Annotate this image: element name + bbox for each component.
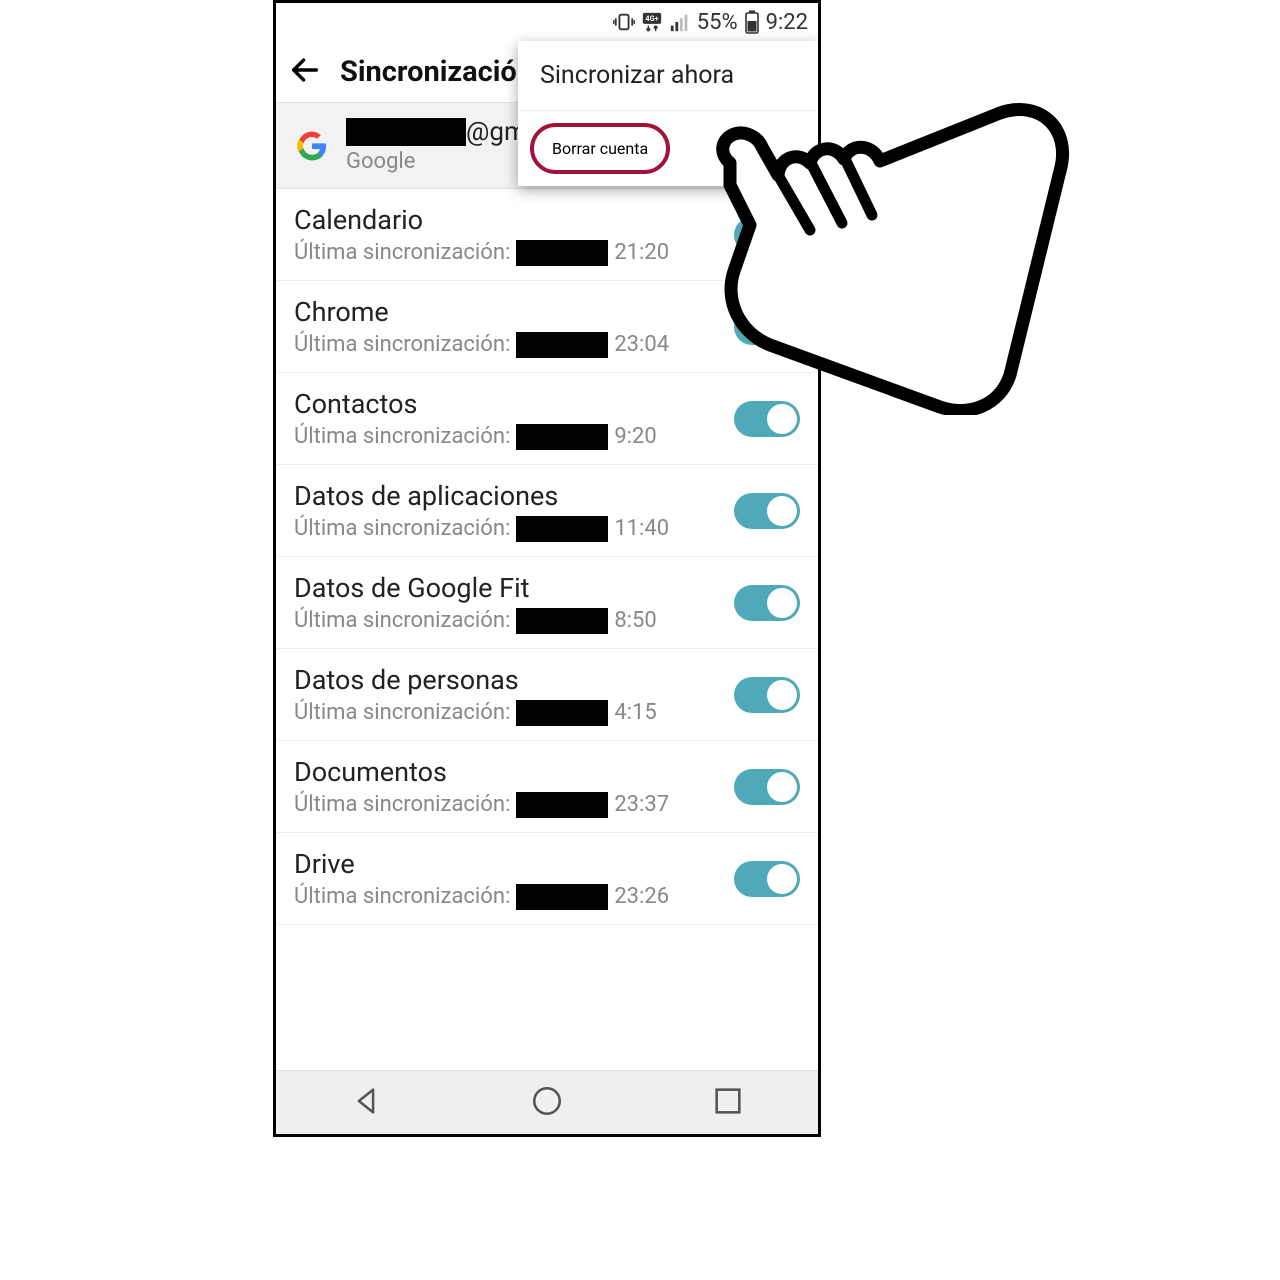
toggle-switch[interactable] <box>734 861 800 897</box>
battery-percent: 55% <box>697 10 738 35</box>
sync-time: 21:20 <box>614 240 669 265</box>
sync-prefix: Última sincronización: <box>294 240 510 265</box>
sync-item-subtitle: Última sincronización: 23:37 <box>294 792 734 818</box>
sync-item-title: Contactos <box>294 388 734 420</box>
sync-time: 8:50 <box>614 608 656 633</box>
svg-text:4G+: 4G+ <box>645 14 658 23</box>
toggle-switch[interactable] <box>734 677 800 713</box>
redacted-email-prefix <box>346 118 466 146</box>
sync-item-documentos[interactable]: Documentos Última sincronización: 23:37 <box>276 741 818 833</box>
sync-time: 23:37 <box>614 792 669 817</box>
sync-item-subtitle: Última sincronización: 8:50 <box>294 608 734 634</box>
sync-item-title: Documentos <box>294 756 734 788</box>
sync-item-subtitle: Última sincronización: 9:20 <box>294 424 734 450</box>
sync-item-title: Datos de personas <box>294 664 734 696</box>
sync-prefix: Última sincronización: <box>294 516 510 541</box>
nav-recent-icon[interactable] <box>711 1084 745 1122</box>
menu-delete-account[interactable]: Borrar cuenta <box>530 123 670 174</box>
sync-item-subtitle: Última sincronización: 23:04 <box>294 332 734 358</box>
toggle-switch[interactable] <box>734 769 800 805</box>
nav-back-icon[interactable] <box>349 1084 383 1122</box>
back-arrow-icon[interactable] <box>288 53 322 91</box>
sync-item-subtitle: Última sincronización: 23:26 <box>294 884 734 910</box>
sync-item-title: Calendario <box>294 204 734 236</box>
sync-prefix: Última sincronización: <box>294 792 510 817</box>
sync-prefix: Última sincronización: <box>294 608 510 633</box>
sync-item-datos-personas[interactable]: Datos de personas Última sincronización:… <box>276 649 818 741</box>
redacted-date <box>516 792 608 818</box>
sync-item-google-fit[interactable]: Datos de Google Fit Última sincronizació… <box>276 557 818 649</box>
sync-prefix: Última sincronización: <box>294 424 510 449</box>
sync-item-title: Chrome <box>294 296 734 328</box>
vibrate-icon <box>613 11 635 33</box>
redacted-date <box>516 240 608 266</box>
redacted-date <box>516 424 608 450</box>
sync-time: 23:26 <box>614 884 669 909</box>
sync-item-subtitle: Última sincronización: 21:20 <box>294 240 734 266</box>
nav-home-icon[interactable] <box>530 1084 564 1122</box>
sync-prefix: Última sincronización: <box>294 332 510 357</box>
sync-time: 4:15 <box>614 700 656 725</box>
redacted-date <box>516 332 608 358</box>
redacted-date <box>516 608 608 634</box>
sync-time: 11:40 <box>614 516 669 541</box>
sync-item-title: Datos de aplicaciones <box>294 480 734 512</box>
signal-icon <box>669 11 691 33</box>
page-title: Sincronización <box>340 55 533 89</box>
sync-item-subtitle: Última sincronización: 11:40 <box>294 516 734 542</box>
sync-prefix: Última sincronización: <box>294 884 510 909</box>
google-logo-icon <box>294 128 330 164</box>
toggle-switch[interactable] <box>734 585 800 621</box>
redacted-date <box>516 700 608 726</box>
sync-time: 23:04 <box>614 332 669 357</box>
status-time: 9:22 <box>766 10 808 35</box>
nav-bar <box>276 1070 818 1134</box>
sync-item-title: Drive <box>294 848 734 880</box>
sync-item-subtitle: Última sincronización: 4:15 <box>294 700 734 726</box>
toggle-switch[interactable] <box>734 493 800 529</box>
redacted-date <box>516 516 608 542</box>
sync-item-drive[interactable]: Drive Última sincronización: 23:26 <box>276 833 818 925</box>
battery-icon <box>744 10 760 34</box>
sync-item-title: Datos de Google Fit <box>294 572 734 604</box>
sync-item-datos-aplicaciones[interactable]: Datos de aplicaciones Última sincronizac… <box>276 465 818 557</box>
pointing-hand-icon <box>700 85 1070 415</box>
network-4g-icon: 4G+ <box>641 11 663 33</box>
redacted-date <box>516 884 608 910</box>
status-bar: 4G+ 55% 9:22 <box>276 3 818 41</box>
sync-time: 9:20 <box>614 424 656 449</box>
sync-prefix: Última sincronización: <box>294 700 510 725</box>
